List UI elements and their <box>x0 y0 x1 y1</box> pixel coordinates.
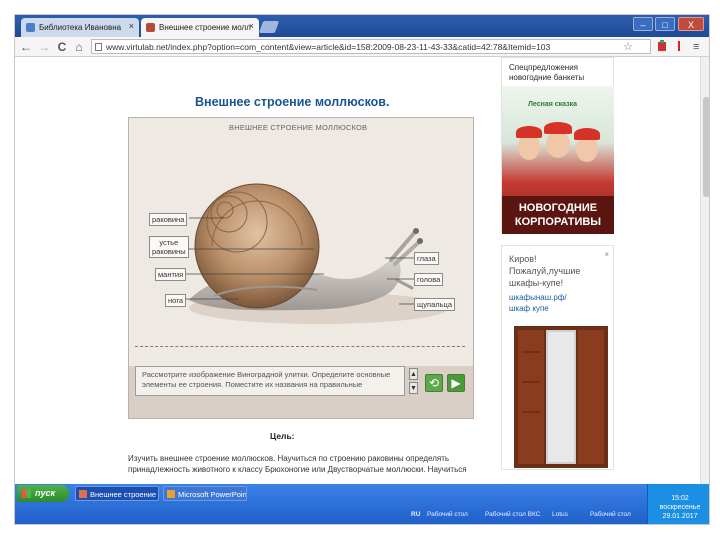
page-icon <box>95 43 102 51</box>
label-eyes[interactable]: глаза <box>414 252 439 265</box>
back-button[interactable]: ← <box>19 39 33 55</box>
close-tab-icon[interactable]: × <box>129 21 134 31</box>
start-button[interactable]: пуск <box>17 485 69 502</box>
forward-button[interactable]: → <box>37 39 51 55</box>
new-tab-button[interactable] <box>258 21 280 33</box>
minimize-button[interactable]: – <box>633 17 653 31</box>
label-shell-mouth[interactable]: устье раковины <box>149 236 189 258</box>
taskbar-item-label: Внешнее строение м... <box>90 490 158 499</box>
label-head[interactable]: голова <box>414 273 444 286</box>
windows-flag-icon <box>22 489 31 498</box>
goal-text: Изучить внешнее строение моллюсков. Науч… <box>128 454 467 474</box>
virtulab-favicon-icon <box>146 23 155 32</box>
reset-icon: ⟲ <box>428 376 440 390</box>
scroll-down-button[interactable]: ▼ <box>409 382 418 394</box>
scroll-up-button[interactable]: ▲ <box>409 368 418 380</box>
ad-link-line2: шкаф купе <box>509 304 549 313</box>
bookmark-star-icon[interactable]: ☆ <box>623 40 633 54</box>
ad-banquets-line1: Спецпредложения <box>509 63 578 72</box>
tab-mollusks[interactable]: Внешнее строение молл × <box>141 18 259 37</box>
toolbar-lotus[interactable]: Lotus <box>552 511 568 518</box>
menu-icon[interactable]: ≡ <box>693 40 699 54</box>
ad-close-icon[interactable]: × <box>604 250 609 259</box>
tab-label: Библиотека Ивановна <box>39 23 122 32</box>
taskbar: пуск Внешнее строение м... Microsoft Pow… <box>15 484 709 524</box>
ad-wardrobes-line2: Пожалуй,лучшие <box>509 266 581 276</box>
taskbar-item-powerpoint[interactable]: Microsoft PowerPoint ... <box>163 486 247 501</box>
ad-wardrobes[interactable]: × Киров! Пожалуй,лучшие шкафы-купе! шкаф… <box>501 245 614 470</box>
toolbar-desktop-2[interactable]: Рабочий стол ВКС <box>485 511 540 518</box>
next-button[interactable]: ▶ <box>447 374 465 392</box>
library-favicon-icon <box>26 23 35 32</box>
url-text: www.virtulab.net/index.php?option=com_co… <box>106 42 551 52</box>
widget-stage: ВНЕШНЕЕ СТРОЕНИЕ МОЛЛЮСКОВ раковина усть… <box>129 118 473 366</box>
scrollbar-thumb[interactable] <box>703 97 709 197</box>
close-window-button[interactable]: X <box>678 17 704 31</box>
page-viewport: Внешнее строение моллюсков. ВНЕШНЕЕ СТРО… <box>15 57 709 484</box>
reload-button[interactable]: C <box>55 39 69 55</box>
browser-toolbar: ← → C ⌂ www.virtulab.net/index.php?optio… <box>15 37 709 57</box>
ad-wardrobes-text: Киров! Пожалуй,лучшие шкафы-купе! <box>509 253 580 289</box>
snail-widget: ВНЕШНЕЕ СТРОЕНИЕ МОЛЛЮСКОВ раковина усть… <box>128 117 474 419</box>
ad-banquets-banner: НОВОГОДНИЕ КОРПОРАТИВЫ <box>502 196 614 234</box>
eye-dot-2 <box>417 238 423 244</box>
ad-banquets-line2: новогодние банкеты <box>509 73 585 82</box>
play-icon: ▶ <box>451 376 461 390</box>
santa-hat-icon <box>544 122 572 134</box>
toolbar-desktop-3[interactable]: Рабочий стол <box>590 511 631 518</box>
santa-hat-icon <box>516 126 542 138</box>
ad-wardrobes-line1: Киров! <box>509 254 537 264</box>
clock[interactable]: 15:02 воскресенье 29.01.2017 <box>656 494 704 521</box>
browser-app-icon <box>79 490 87 498</box>
ad-wardrobes-line3: шкафы-купе! <box>509 278 564 288</box>
label-shell-mouth-line2: раковины <box>152 247 186 256</box>
lower-tentacle <box>395 278 414 290</box>
language-indicator[interactable]: RU <box>411 511 420 518</box>
clock-time: 15:02 <box>671 495 689 502</box>
santa-hat-icon <box>574 128 600 140</box>
ad-wardrobes-link[interactable]: шкафынаш.рф/ шкаф купе <box>509 292 567 314</box>
ad-brand: Лесная сказка <box>528 101 578 108</box>
ad-banner-line2: КОРПОРАТИВЫ <box>514 216 602 228</box>
extension-icon[interactable] <box>657 40 667 56</box>
tab-strip: Библиотека Ивановна × Внешнее строение м… <box>15 15 709 37</box>
person-face-icon <box>546 130 570 158</box>
extension-red-icon[interactable] <box>675 40 683 56</box>
page-scrollbar[interactable] <box>700 57 709 484</box>
screen: Библиотека Ивановна × Внешнее строение м… <box>14 14 710 525</box>
address-bar[interactable]: www.virtulab.net/index.php?option=com_co… <box>91 39 651 54</box>
wardrobe-image <box>514 326 608 468</box>
clock-date: 29.01.2017 <box>662 513 698 520</box>
label-shell-mouth-line1: устье <box>159 238 179 247</box>
drop-zone-line <box>135 346 465 347</box>
eye-dot-1 <box>413 228 419 234</box>
goal-heading: Цель: <box>270 431 295 441</box>
start-label: пуск <box>35 488 56 498</box>
maximize-button[interactable]: □ <box>655 17 675 31</box>
ad-banquets-image: Лесная сказка НОВОГОДНИЕ КОРПОРАТИВЫ <box>502 86 614 234</box>
clock-day: воскресенье <box>659 504 701 511</box>
label-tentacles[interactable]: щупальца <box>414 298 455 311</box>
toolbar-desktop-1[interactable]: Рабочий стол <box>427 511 468 518</box>
taskbar-item-label: Microsoft PowerPoint ... <box>178 490 247 499</box>
extension-glyph-icon <box>658 40 666 51</box>
tab-library[interactable]: Библиотека Ивановна × <box>21 18 139 37</box>
reset-button[interactable]: ⟲ <box>425 374 443 392</box>
instruction-text: Рассмотрите изображение Виноградной улит… <box>135 366 405 396</box>
page-title: Внешнее строение моллюсков. <box>195 95 390 109</box>
tab-label: Внешнее строение молл <box>159 23 251 32</box>
extension-red-glyph-icon <box>678 41 680 51</box>
ad-banner-line1: НОВОГОДНИЕ <box>518 202 598 214</box>
ad-link-line1: шкафынаш.рф/ <box>509 293 567 302</box>
taskbar-item-browser[interactable]: Внешнее строение м... <box>75 486 159 501</box>
system-tray: 15:02 воскресенье 29.01.2017 <box>647 484 709 524</box>
label-foot[interactable]: нога <box>165 294 187 307</box>
label-shell[interactable]: раковина <box>149 213 188 226</box>
close-tab-icon[interactable]: × <box>249 21 254 31</box>
powerpoint-app-icon <box>167 490 175 498</box>
ad-banquets[interactable]: Спецпредложения новогодние банкеты Лесна… <box>501 57 614 234</box>
ad-banquets-text: Спецпредложения новогодние банкеты <box>509 63 584 83</box>
home-button[interactable]: ⌂ <box>72 39 86 55</box>
label-mantle[interactable]: мантия <box>155 268 187 281</box>
